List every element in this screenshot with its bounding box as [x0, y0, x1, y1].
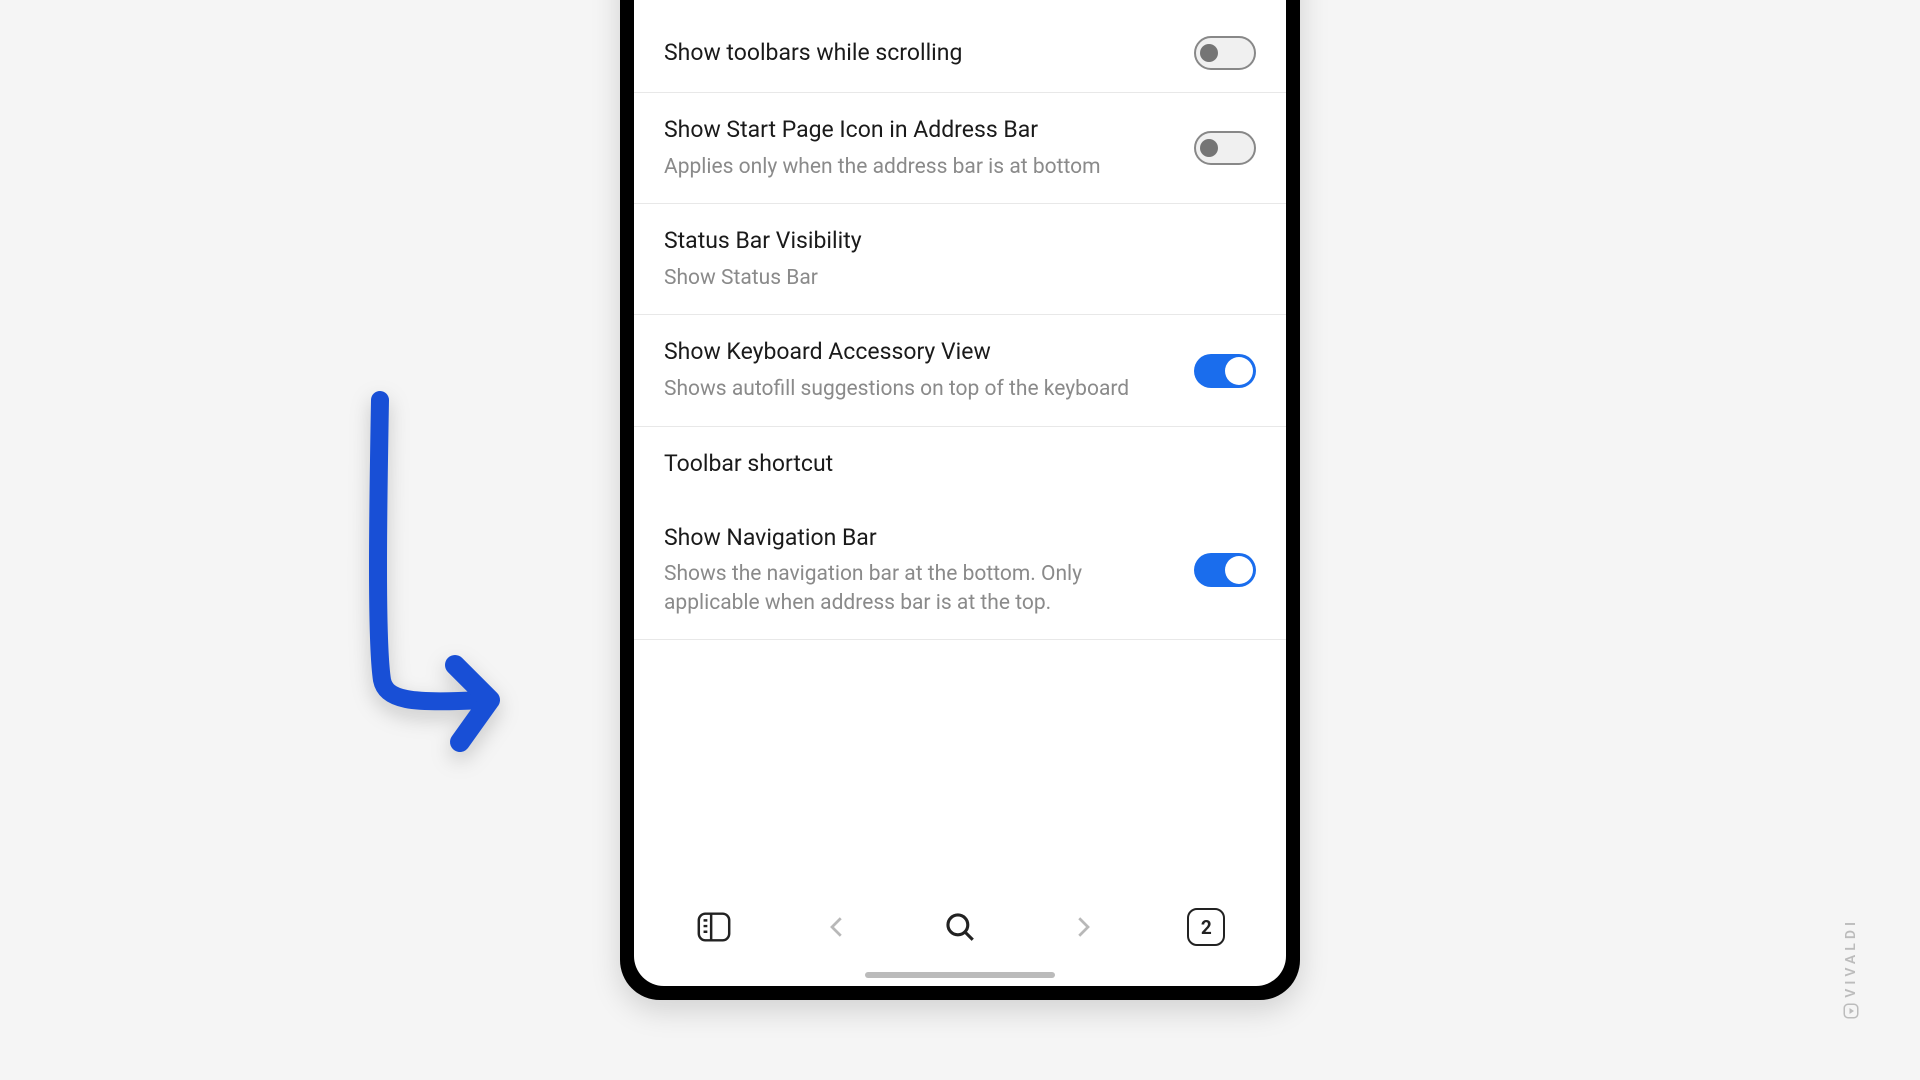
setting-show-toolbars-scrolling[interactable]: Show toolbars while scrolling	[634, 14, 1286, 93]
brand-watermark: VIVALDI	[1842, 918, 1860, 1020]
brand-label: VIVALDI	[1843, 918, 1859, 998]
setting-title: Show Start Page Icon in Address Bar	[664, 115, 1174, 145]
setting-show-start-page-icon[interactable]: Show Start Page Icon in Address Bar Appl…	[634, 93, 1286, 204]
back-button[interactable]	[815, 905, 859, 949]
chevron-left-icon	[822, 912, 852, 942]
setting-subtitle: Shows autofill suggestions on top of the…	[664, 375, 1174, 403]
setting-title: Toolbar shortcut	[664, 449, 1256, 479]
panel-button[interactable]	[692, 905, 736, 949]
tab-count-badge: 2	[1187, 908, 1225, 946]
setting-status-bar-visibility[interactable]: Status Bar Visibility Show Status Bar	[634, 204, 1286, 315]
setting-subtitle: Shows the navigation bar at the bottom. …	[664, 560, 1174, 617]
setting-subtitle: Applies only when the address bar is at …	[664, 153, 1174, 181]
home-indicator-icon	[865, 972, 1055, 978]
toggle-show-toolbars-scrolling[interactable]	[1194, 36, 1256, 70]
phone-screen: Show toolbars while scrolling Show Start…	[634, 0, 1286, 986]
settings-list: Show toolbars while scrolling Show Start…	[634, 0, 1286, 882]
setting-keyboard-accessory[interactable]: Show Keyboard Accessory View Shows autof…	[634, 315, 1286, 426]
panel-icon	[695, 908, 733, 946]
annotation-arrow-icon	[340, 390, 580, 770]
setting-show-navigation-bar[interactable]: Show Navigation Bar Shows the navigation…	[634, 501, 1286, 641]
forward-button[interactable]	[1061, 905, 1105, 949]
setting-title: Status Bar Visibility	[664, 226, 1256, 256]
setting-title: Show toolbars while scrolling	[664, 38, 1174, 68]
setting-title: Show Navigation Bar	[664, 523, 1174, 553]
phone-mockup: Show toolbars while scrolling Show Start…	[620, 0, 1300, 1000]
toggle-show-start-page-icon[interactable]	[1194, 131, 1256, 165]
tabs-button[interactable]: 2	[1184, 905, 1228, 949]
setting-toolbar-shortcut[interactable]: Toolbar shortcut	[634, 427, 1286, 501]
setting-subtitle: Show Status Bar	[664, 264, 1256, 292]
bottom-navigation-bar: 2	[634, 882, 1286, 972]
search-button[interactable]	[938, 905, 982, 949]
vivaldi-logo-icon	[1842, 1002, 1860, 1020]
chevron-right-icon	[1068, 912, 1098, 942]
setting-title: Show Keyboard Accessory View	[664, 337, 1174, 367]
search-icon	[943, 910, 977, 944]
toggle-keyboard-accessory[interactable]	[1194, 354, 1256, 388]
toggle-show-navigation-bar[interactable]	[1194, 553, 1256, 587]
